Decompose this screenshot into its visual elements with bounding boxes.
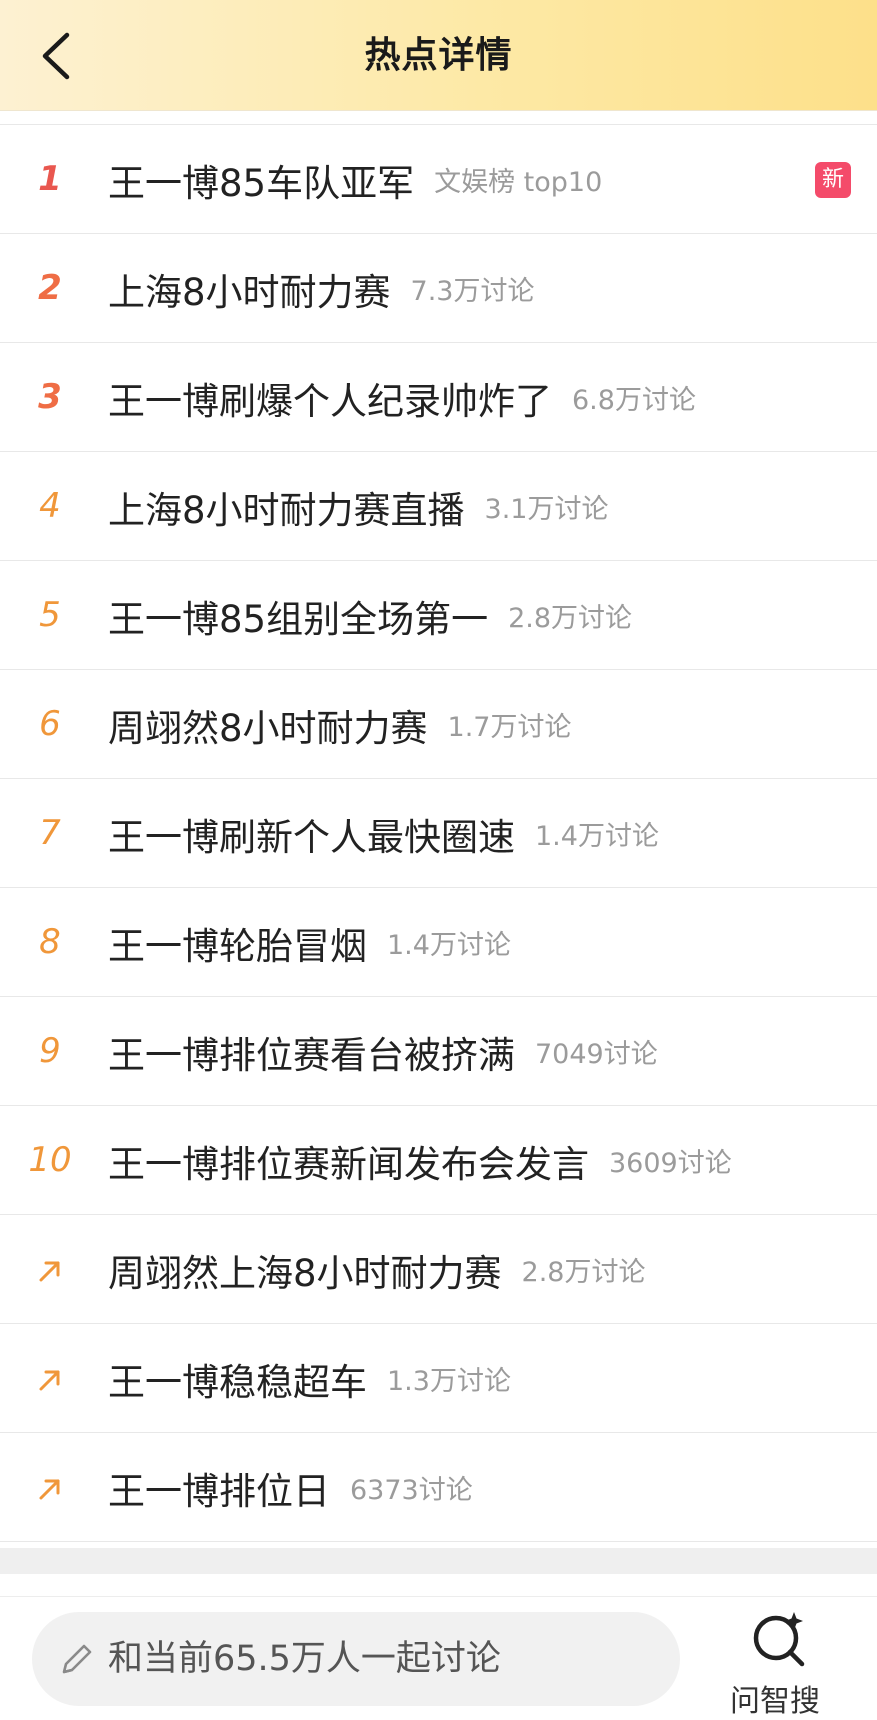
- topic-meta: 文娱榜 top10: [434, 167, 603, 198]
- topic-content: 周翊然上海8小时耐力赛 2.8万讨论: [108, 1215, 646, 1324]
- topic-title: 王一博轮胎冒烟: [108, 924, 367, 968]
- section-separator: [0, 1548, 877, 1574]
- arrow-up-right-icon: [0, 1433, 100, 1542]
- topic-meta: 1.3万讨论: [387, 1366, 511, 1397]
- hot-topic-row[interactable]: 4 上海8小时耐力赛直播 3.1万讨论: [0, 452, 877, 561]
- hot-topic-row[interactable]: 10 王一博排位赛新闻发布会发言 3609讨论: [0, 1106, 877, 1215]
- topic-meta: 7.3万讨论: [410, 276, 535, 307]
- new-badge: 新: [815, 162, 851, 198]
- ask-zhisou-button[interactable]: 问智搜: [722, 1608, 842, 1719]
- topic-title: 王一博排位赛看台被挤满: [108, 1033, 515, 1077]
- hot-topic-row[interactable]: 8 王一博轮胎冒烟 1.4万讨论: [0, 888, 877, 997]
- topic-title: 王一博刷爆个人纪录帅炸了: [108, 379, 552, 423]
- top-nav-bar: 热点详情: [0, 0, 877, 111]
- topic-content: 王一博排位赛看台被挤满 7049讨论: [108, 997, 658, 1106]
- topic-title: 周翊然上海8小时耐力赛: [108, 1251, 502, 1295]
- topic-content: 王一博轮胎冒烟 1.4万讨论: [108, 888, 511, 997]
- hot-topic-row[interactable]: 3 王一博刷爆个人纪录帅炸了 6.8万讨论: [0, 343, 877, 452]
- topic-meta: 7049讨论: [535, 1039, 658, 1070]
- topic-content: 上海8小时耐力赛 7.3万讨论: [108, 234, 535, 343]
- topic-meta: 2.8万讨论: [521, 1257, 646, 1288]
- topic-meta: 1.4万讨论: [387, 930, 511, 961]
- topic-content: 王一博刷新个人最快圈速 1.4万讨论: [108, 779, 659, 888]
- rank-number: 8: [39, 922, 61, 962]
- topic-title: 周翊然8小时耐力赛: [108, 706, 428, 750]
- rank-number: 1: [38, 159, 62, 199]
- topic-meta: 1.4万讨论: [535, 821, 659, 852]
- topic-meta: 6373讨论: [350, 1475, 473, 1506]
- topic-meta: 3.1万讨论: [484, 494, 609, 525]
- rank-number: 4: [39, 486, 61, 526]
- ask-zhisou-label: 问智搜: [730, 1684, 820, 1719]
- topic-meta: 3609讨论: [609, 1148, 732, 1179]
- arrow-up-right-icon: [0, 1215, 100, 1324]
- arrow-up-right-icon: [0, 1324, 100, 1433]
- topic-meta: 2.8万讨论: [508, 603, 633, 634]
- topic-content: 周翊然8小时耐力赛 1.7万讨论: [108, 670, 572, 779]
- page-title: 热点详情: [364, 35, 513, 76]
- topic-title: 王一博刷新个人最快圈速: [108, 815, 515, 859]
- rank-number: 7: [39, 813, 61, 853]
- rank-number: 6: [39, 704, 61, 744]
- topic-content: 王一博85车队亚军 文娱榜 top10: [108, 125, 602, 234]
- search-sparkle-icon: [753, 1612, 805, 1667]
- discussion-input[interactable]: 和当前65.5万人一起讨论: [32, 1612, 680, 1706]
- rank-number: 5: [39, 595, 61, 635]
- hot-topic-row[interactable]: 王一博稳稳超车 1.3万讨论: [0, 1324, 877, 1433]
- topic-content: 上海8小时耐力赛直播 3.1万讨论: [108, 452, 609, 561]
- hot-topic-row[interactable]: 周翊然上海8小时耐力赛 2.8万讨论: [0, 1215, 877, 1324]
- pencil-icon: [62, 1644, 92, 1674]
- topic-title: 王一博排位日: [108, 1469, 330, 1513]
- topic-title: 上海8小时耐力赛直播: [108, 488, 465, 532]
- hot-topic-row[interactable]: 王一博排位日 6373讨论: [0, 1433, 877, 1542]
- discussion-placeholder: 和当前65.5万人一起讨论: [108, 1639, 501, 1679]
- topic-content: 王一博排位日 6373讨论: [108, 1433, 473, 1542]
- rank-number: 9: [39, 1031, 61, 1071]
- topic-title: 王一博85车队亚军: [108, 161, 415, 205]
- topic-title: 王一博稳稳超车: [108, 1360, 367, 1404]
- hot-topic-list: 1 王一博85车队亚军 文娱榜 top10 新 2 上海8小时耐力赛 7.3万讨论 3 王一博刷…: [0, 124, 877, 1542]
- hot-topic-row[interactable]: 2 上海8小时耐力赛 7.3万讨论: [0, 234, 877, 343]
- topic-content: 王一博稳稳超车 1.3万讨论: [108, 1324, 511, 1433]
- hot-topic-row[interactable]: 7 王一博刷新个人最快圈速 1.4万讨论: [0, 779, 877, 888]
- rank-number: 10: [28, 1140, 72, 1180]
- topic-title: 王一博85组别全场第一: [108, 597, 489, 641]
- topic-title: 上海8小时耐力赛: [108, 270, 391, 314]
- rank-number: 3: [38, 377, 62, 417]
- topic-title: 王一博排位赛新闻发布会发言: [108, 1142, 589, 1186]
- hot-topic-row[interactable]: 6 周翊然8小时耐力赛 1.7万讨论: [0, 670, 877, 779]
- topic-content: 王一博刷爆个人纪录帅炸了 6.8万讨论: [108, 343, 696, 452]
- bottom-bar-divider: [0, 1596, 877, 1597]
- hot-topic-row[interactable]: 1 王一博85车队亚军 文娱榜 top10 新: [0, 125, 877, 234]
- topic-content: 王一博排位赛新闻发布会发言 3609讨论: [108, 1106, 732, 1215]
- hot-topic-row[interactable]: 5 王一博85组别全场第一 2.8万讨论: [0, 561, 877, 670]
- topic-meta: 6.8万讨论: [572, 385, 696, 416]
- rank-number: 2: [38, 268, 62, 308]
- hot-topic-row[interactable]: 9 王一博排位赛看台被挤满 7049讨论: [0, 997, 877, 1106]
- topic-meta: 1.7万讨论: [447, 712, 572, 743]
- topic-content: 王一博85组别全场第一 2.8万讨论: [108, 561, 632, 670]
